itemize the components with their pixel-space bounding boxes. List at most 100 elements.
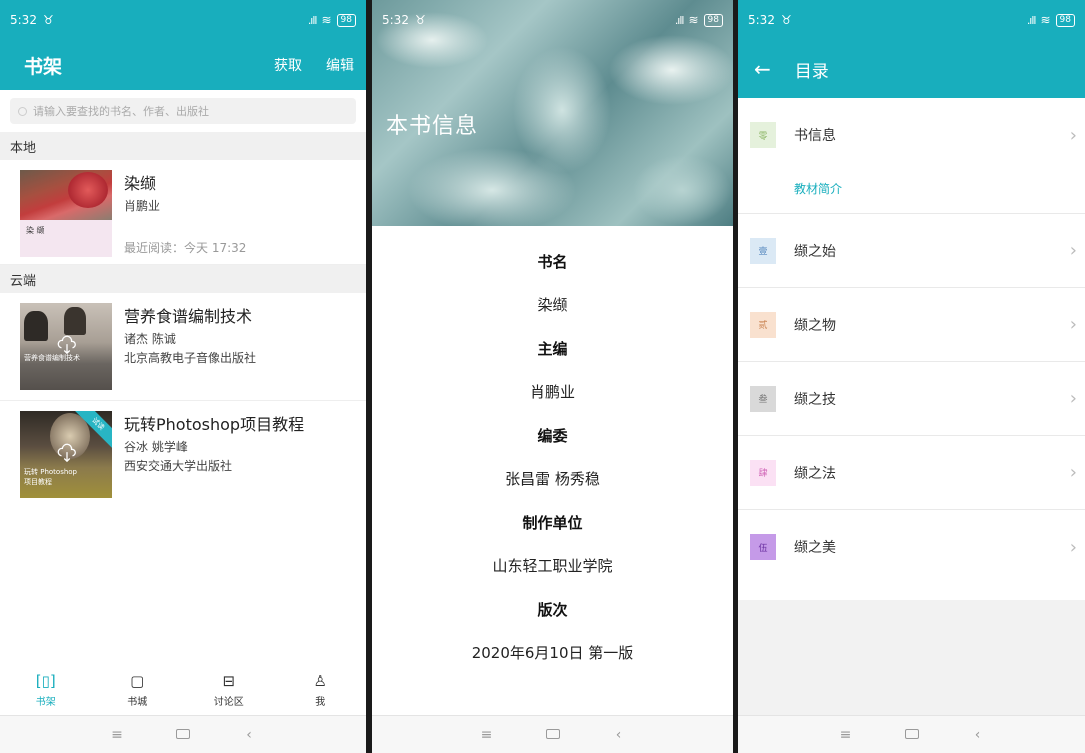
cover-title: 染 缬 [26, 226, 45, 235]
field-value: 肖鹏业 [529, 383, 575, 401]
field-value: 山东轻工职业学院 [492, 557, 613, 575]
book-title: 染缬 [124, 174, 157, 193]
toc-item-chapter[interactable]: 肆 缬之法 › [738, 436, 1085, 510]
field-label: 主编 [537, 340, 568, 358]
chapter-badge: 肆 [750, 459, 776, 486]
signal-icon: .ıll [674, 13, 685, 27]
book-title: 营养食谱编制技术 [124, 307, 253, 326]
book-publisher: 西安交通大学出版社 [124, 459, 233, 473]
field-value: 2020年6月10日 第一版 [471, 644, 634, 662]
hero-banner: 5:32 ♉ .ıll ≋ 98 本书信息 [372, 0, 733, 226]
tab-bookstore[interactable]: ▢ 书城 [107, 672, 167, 708]
clock: 5:32 [10, 13, 37, 27]
tab-label: 讨论区 [213, 697, 244, 708]
toc-label: 书信息 [794, 128, 836, 144]
bottom-tab-bar: [▯] 书架 ▢ 书城 ⊟ 讨论区 ♙ 我 [0, 665, 366, 715]
book-authors: 谷冰 姚学峰 [124, 440, 188, 454]
cloud-book-item[interactable]: 营养食谱编制技术 营养食谱编制技术 诸杰 陈诚 北京高教电子音像出版社 [0, 293, 366, 401]
toc-label: 缬之美 [794, 540, 836, 556]
system-nav-bar: ≡ ‹ [738, 715, 1085, 753]
tab-discussion[interactable]: ⊟ 讨论区 [199, 672, 259, 708]
back-icon[interactable]: ‹ [612, 727, 626, 743]
cloud-book-item[interactable]: 试读 玩转 Photoshop 项目教程 玩转Photoshop项目教程 谷冰 … [0, 401, 366, 501]
field-label: 编委 [537, 427, 568, 445]
notification-icon: ♉ [780, 13, 792, 27]
book-cover: 营养食谱编制技术 [20, 303, 112, 390]
wifi-icon: ≋ [1040, 13, 1051, 27]
tab-label: 书城 [127, 697, 148, 708]
chevron-right-icon: › [1069, 240, 1077, 261]
home-icon[interactable] [176, 727, 190, 743]
book-author: 肖鹏业 [124, 199, 161, 213]
chapter-badge: 伍 [750, 534, 776, 560]
get-button[interactable]: 获取 [274, 55, 302, 75]
toc-label: 缬之法 [794, 465, 836, 482]
menu-icon[interactable]: ≡ [480, 727, 494, 743]
chapter-badge: 叁 [750, 385, 776, 412]
cloud-section-header: 云端 [0, 265, 366, 293]
back-arrow-icon[interactable]: ← [754, 57, 771, 81]
toc-list: 零 书信息 › 教材简介 壹 缬之始 › 贰 缬之物 › 叁 缬之技 › 肆 缬… [738, 98, 1085, 584]
book-publisher: 北京高教电子音像出版社 [124, 351, 257, 365]
system-nav-bar: ≡ ‹ [0, 715, 366, 753]
page-title: 目录 [794, 61, 829, 82]
local-book-item[interactable]: 染 缬 染缬 肖鹏业 最近阅读：今天 17:32 [0, 160, 366, 265]
wifi-icon: ≋ [321, 13, 332, 27]
toc-subitem-intro[interactable]: 教材简介 [738, 172, 1085, 214]
book-cover: 染 缬 [20, 170, 112, 257]
chevron-right-icon: › [1069, 388, 1077, 409]
field-label: 版次 [537, 601, 568, 619]
book-info-screen: 5:32 ♉ .ıll ≋ 98 本书信息 书名 染缬 主编 肖鹏业 编委 张昌雷 杨… [372, 0, 733, 753]
signal-icon: .ıll [307, 13, 318, 27]
recent-read: 最近阅读：今天 17:32 [124, 241, 247, 255]
toc-label: 缬之物 [794, 317, 836, 334]
toc-item-book-info[interactable]: 零 书信息 › [738, 98, 1085, 172]
clock: 5:32 [748, 13, 775, 27]
toc-sub-label: 教材简介 [794, 182, 843, 196]
app-bar: 书架 获取 编辑 [0, 40, 366, 90]
table-of-contents-screen: 5:32 ♉ .ıll ≋ 98 ← 目录 零 书信息 › 教材简介 壹 缬之始 › … [738, 0, 1085, 753]
wifi-icon: ≋ [688, 13, 699, 27]
home-icon[interactable] [904, 727, 919, 743]
notification-icon: ♉ [414, 13, 426, 27]
chevron-right-icon: › [1069, 462, 1077, 483]
toc-item-chapter[interactable]: 叁 缬之技 › [738, 362, 1085, 436]
chevron-right-icon: › [1069, 536, 1077, 558]
bookshelf-icon: [▯] [35, 672, 56, 690]
tab-label: 书架 [35, 697, 56, 708]
tab-profile[interactable]: ♙ 我 [290, 672, 350, 708]
battery-indicator: 98 [703, 13, 723, 27]
toc-item-chapter[interactable]: 伍 缬之美 › [738, 510, 1085, 584]
chapter-badge: 贰 [750, 311, 776, 338]
toc-label: 缬之技 [794, 391, 836, 408]
field-value: 张昌雷 杨秀稳 [505, 470, 600, 488]
system-nav-bar: ≡ ‹ [372, 715, 733, 753]
status-bar: 5:32 ♉ .ıll ≋ 98 [738, 0, 1085, 40]
search-input[interactable]: 请输入要查找的书名、作者、出版社 [10, 98, 356, 124]
cloud-download-icon [57, 335, 76, 355]
back-icon[interactable]: ‹ [242, 727, 256, 743]
menu-icon[interactable]: ≡ [839, 727, 853, 743]
field-label: 书名 [537, 253, 568, 271]
page-title: 书架 [24, 55, 63, 78]
tab-label: 我 [315, 697, 326, 708]
home-icon[interactable] [545, 727, 560, 743]
chevron-right-icon: › [1069, 124, 1077, 146]
field-label: 制作单位 [522, 514, 583, 532]
search-icon [18, 106, 27, 116]
profile-icon: ♙ [313, 672, 327, 690]
local-section-header: 本地 [0, 132, 366, 160]
empty-area [738, 600, 1085, 715]
toc-item-chapter[interactable]: 壹 缬之始 › [738, 214, 1085, 288]
chevron-right-icon: › [1069, 314, 1077, 335]
back-icon[interactable]: ‹ [971, 727, 985, 743]
edit-button[interactable]: 编辑 [326, 55, 354, 75]
bookshelf-screen: 5:32 ♉ .ıll ≋ 98 书架 获取 编辑 请输入要查找的书名、作者、出版社 … [0, 0, 366, 753]
toc-item-chapter[interactable]: 贰 缬之物 › [738, 288, 1085, 362]
tab-bookshelf[interactable]: [▯] 书架 [16, 672, 76, 708]
field-value: 染缬 [537, 296, 568, 314]
menu-icon[interactable]: ≡ [110, 727, 124, 743]
book-title: 玩转Photoshop项目教程 [124, 415, 305, 434]
hero-title: 本书信息 [386, 114, 479, 139]
notification-icon: ♉ [42, 13, 54, 27]
